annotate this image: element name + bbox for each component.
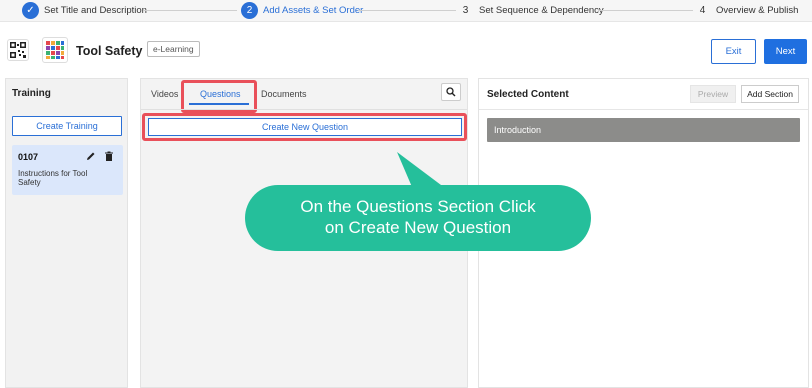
step-2-label[interactable]: Add Assets & Set Order — [263, 5, 363, 16]
step-connector — [358, 10, 456, 11]
progress-stepper: ✓ Set Title and Description 2 Add Assets… — [0, 0, 812, 22]
section-item-introduction[interactable]: Introduction — [487, 118, 800, 142]
header-divider — [479, 109, 808, 110]
next-button[interactable]: Next — [764, 39, 807, 64]
pencil-icon[interactable] — [86, 151, 96, 161]
tab-divider — [141, 109, 467, 110]
step-3-number: 3 — [462, 5, 469, 16]
search-button[interactable] — [441, 83, 461, 101]
tab-videos[interactable]: Videos — [151, 89, 178, 99]
exit-button[interactable]: Exit — [711, 39, 756, 64]
selected-content-heading: Selected Content — [487, 89, 569, 100]
create-training-button[interactable]: Create Training — [12, 116, 122, 136]
step-1-check-icon: ✓ — [22, 2, 39, 19]
instruction-callout: On the Questions Section Click on Create… — [245, 185, 591, 251]
training-card[interactable]: 0107 Instructions for Tool Safety — [12, 145, 123, 195]
page-title: Tool Safety — [76, 44, 143, 58]
training-card-description: Instructions for Tool Safety — [18, 169, 88, 187]
qr-code-icon[interactable] — [7, 39, 29, 61]
step-connector — [143, 10, 237, 11]
step-1-label[interactable]: Set Title and Description — [44, 5, 147, 16]
step-3-label[interactable]: Set Sequence & Dependency — [479, 5, 604, 16]
trash-icon[interactable] — [104, 151, 114, 161]
step-4-number: 4 — [699, 5, 706, 16]
step-2-number: 2 — [241, 2, 258, 19]
preview-button[interactable]: Preview — [690, 85, 736, 103]
content-type-badge: e-Learning — [147, 41, 200, 57]
callout-line-2: on Create New Question — [324, 218, 512, 237]
step-connector — [598, 10, 693, 11]
add-section-button[interactable]: Add Section — [741, 85, 799, 103]
training-panel: Training Create Training 0107 Instructio… — [5, 78, 128, 388]
training-card-id: 0107 — [18, 152, 39, 162]
training-heading: Training — [12, 88, 51, 99]
app-grid-icon — [42, 37, 68, 63]
step-4-label[interactable]: Overview & Publish — [716, 5, 798, 16]
callout-line-1: On the Questions Section Click — [300, 197, 536, 216]
create-question-highlight — [142, 113, 467, 141]
tab-documents[interactable]: Documents — [261, 89, 307, 99]
search-icon — [446, 87, 456, 97]
